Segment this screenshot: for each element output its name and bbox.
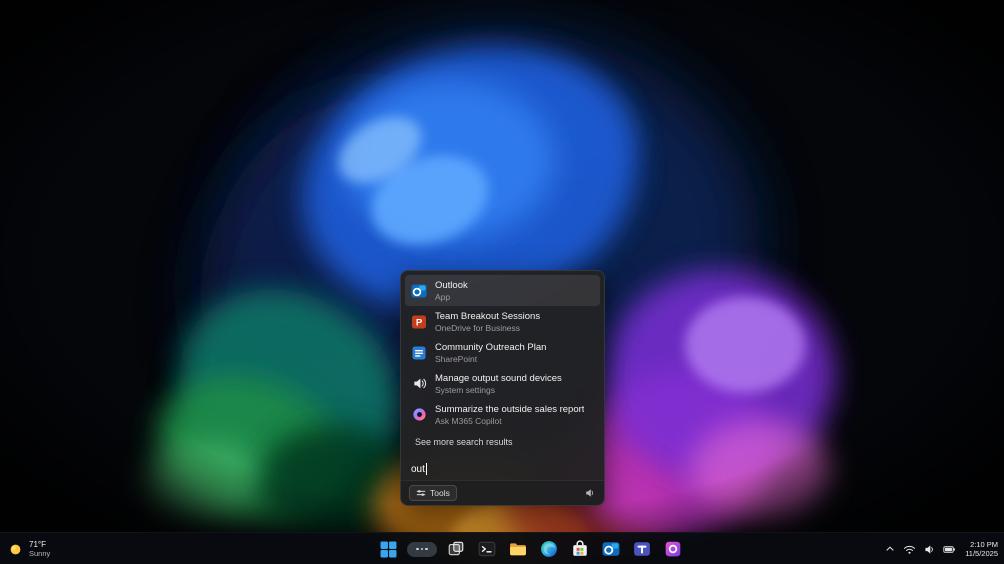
- result-subtitle: System settings: [435, 384, 495, 395]
- text-caret: [425, 463, 427, 475]
- copilot-icon: [411, 407, 427, 423]
- result-subtitle: OneDrive for Business: [435, 322, 521, 333]
- outlook-icon: [602, 542, 620, 556]
- clock-date: 11/5/2025: [965, 549, 998, 558]
- taskbar-clock[interactable]: 2:10 PM 11/5/2025: [965, 540, 998, 558]
- search-flyout-toolbar: Tools: [401, 480, 604, 505]
- result-title: Summarize the outside sales report: [435, 403, 585, 415]
- windows-logo-icon: [380, 541, 396, 557]
- taskbar-app-store[interactable]: [568, 537, 592, 561]
- search-results-list: Outlook App P Team Breakout Sessions One…: [401, 271, 604, 447]
- teams-icon: [634, 542, 650, 556]
- search-input-value: out: [411, 463, 425, 475]
- weather-condition: Sunny: [29, 549, 51, 558]
- search-result-copilot[interactable]: Summarize the outside sales report Ask M…: [405, 399, 600, 430]
- result-title: Community Outreach Plan: [435, 341, 547, 353]
- search-result-outlook[interactable]: Outlook App: [405, 275, 600, 306]
- taskbar-center: [376, 533, 685, 564]
- battery-icon[interactable]: [943, 543, 956, 556]
- office-icon: [665, 541, 681, 557]
- taskbar-app-outlook[interactable]: [599, 537, 623, 561]
- taskbar-app-terminal[interactable]: [475, 537, 499, 561]
- result-title: Team Breakout Sessions: [435, 310, 541, 322]
- desktop: Outlook App P Team Breakout Sessions One…: [0, 0, 1004, 564]
- chevron-up-icon: [886, 546, 894, 551]
- search-result-team-breakout[interactable]: P Team Breakout Sessions OneDrive for Bu…: [405, 306, 600, 337]
- outlook-icon: [411, 283, 427, 299]
- edge-icon: [541, 541, 557, 557]
- volume-icon[interactable]: [923, 543, 936, 556]
- search-input[interactable]: out: [401, 458, 604, 480]
- task-view-icon: [448, 541, 464, 556]
- filters-icon: [416, 490, 426, 496]
- wifi-icon[interactable]: [903, 543, 916, 556]
- result-title: Manage output sound devices: [435, 372, 562, 384]
- taskbar-search-box[interactable]: [407, 541, 437, 557]
- svg-text:P: P: [416, 317, 423, 328]
- tools-button[interactable]: Tools: [409, 485, 457, 501]
- speaker-icon[interactable]: [584, 487, 596, 499]
- speaker-icon: [411, 376, 427, 392]
- start-button[interactable]: [376, 537, 400, 561]
- taskbar-app-office[interactable]: [661, 537, 685, 561]
- result-title: Outlook: [435, 279, 468, 291]
- file-explorer-icon: [510, 543, 526, 556]
- terminal-icon: [478, 541, 496, 557]
- result-subtitle: App: [435, 291, 451, 302]
- sun-icon: [10, 544, 21, 554]
- result-subtitle: Ask M365 Copilot: [435, 415, 502, 426]
- taskbar-app-task-view[interactable]: [444, 537, 468, 561]
- tools-button-label: Tools: [430, 488, 450, 498]
- search-result-community-plan[interactable]: Community Outreach Plan SharePoint: [405, 337, 600, 368]
- search-flyout: Outlook App P Team Breakout Sessions One…: [400, 270, 605, 506]
- document-icon: [411, 345, 427, 361]
- taskbar-app-file-explorer[interactable]: [506, 537, 530, 561]
- taskbar-app-edge[interactable]: [537, 537, 561, 561]
- clock-time: 2:10 PM: [970, 540, 998, 549]
- ellipsis-icon: [416, 547, 419, 551]
- powerpoint-icon: P: [411, 314, 427, 330]
- weather-widget[interactable]: 71°F Sunny: [8, 533, 50, 564]
- result-subtitle: SharePoint: [435, 353, 478, 364]
- weather-temperature: 71°F: [29, 540, 46, 549]
- taskbar: 71°F Sunny 2:10 PM 11/5/2025: [0, 532, 1004, 564]
- store-icon: [573, 540, 587, 556]
- system-tray: 2:10 PM 11/5/2025: [884, 533, 998, 564]
- search-result-sound-devices[interactable]: Manage output sound devices System setti…: [405, 368, 600, 399]
- taskbar-app-teams[interactable]: [630, 537, 654, 561]
- see-more-search-results-link[interactable]: See more search results: [415, 437, 600, 447]
- show-hidden-icons-button[interactable]: [884, 543, 896, 555]
